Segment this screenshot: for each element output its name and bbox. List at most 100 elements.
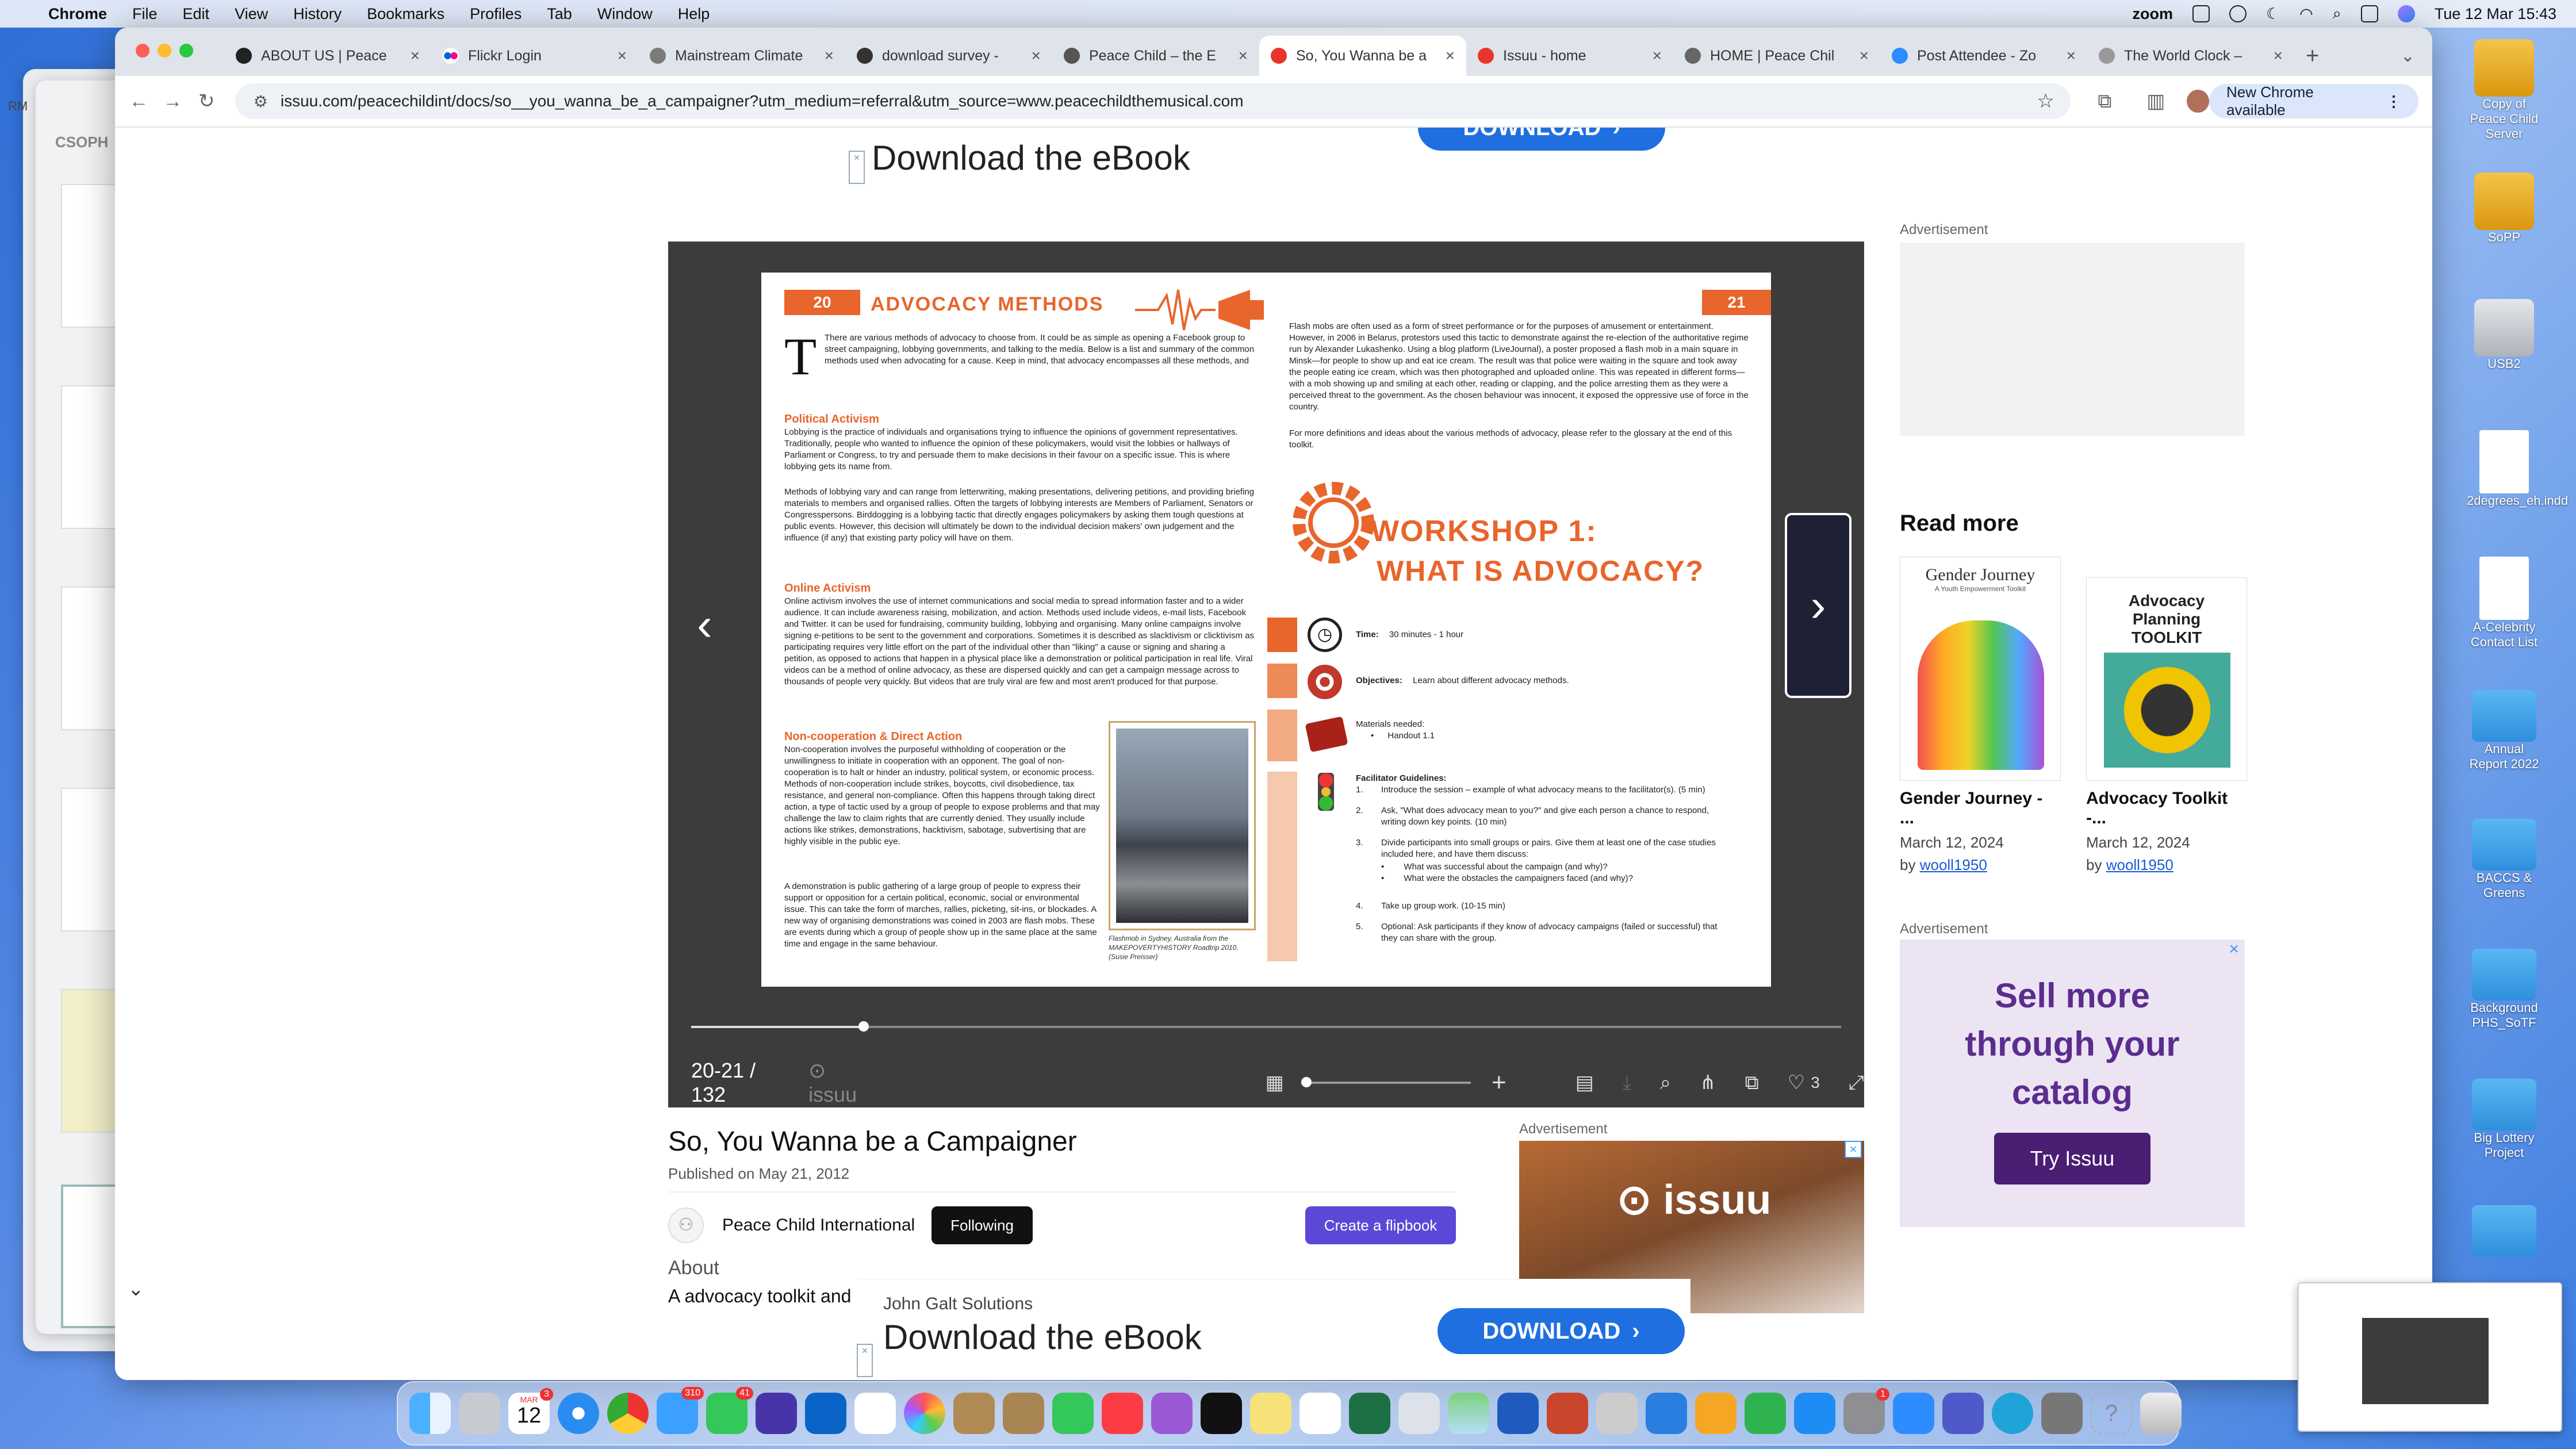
page-progress-handle[interactable]	[858, 1021, 869, 1032]
share-icon[interactable]: ⋔	[1700, 1071, 1716, 1094]
menu-tab[interactable]: Tab	[547, 5, 572, 23]
zoom-in-icon[interactable]: +	[1492, 1068, 1506, 1097]
new-tab-button[interactable]: +	[2294, 36, 2330, 76]
close-tab-icon[interactable]: ×	[2274, 47, 2283, 65]
heart-icon[interactable]: ♡	[1788, 1071, 1805, 1094]
sell-more-ad[interactable]: Sell more through your catalog Try Issuu…	[1900, 940, 2245, 1227]
podcast-capture-icon[interactable]	[756, 1393, 797, 1434]
read-more-card[interactable]: Gender Journey A Youth Empowerment Toolk…	[1900, 557, 2061, 874]
tab-about-us[interactable]: ABOUT US | Peace ×	[224, 36, 431, 76]
url-text[interactable]: issuu.com/peacechildint/docs/so__you_wan…	[281, 92, 1244, 110]
screenshot-app-icon[interactable]	[2041, 1393, 2083, 1434]
focus-moon-icon[interactable]: ☾	[2266, 5, 2280, 23]
k-app-icon[interactable]	[1992, 1393, 2033, 1434]
tab-home-peace-child[interactable]: HOME | Peace Chil ×	[1673, 36, 1880, 76]
sidebar-ad-placeholder[interactable]	[1900, 243, 2245, 436]
grid-view-icon[interactable]: ▦	[1266, 1071, 1284, 1094]
zoom-status[interactable]: zoom	[2132, 5, 2173, 23]
zoom-window-button[interactable]	[179, 44, 193, 57]
menu-app-name[interactable]: Chrome	[48, 5, 107, 23]
close-window-button[interactable]	[136, 44, 150, 57]
reload-icon[interactable]: ↻	[190, 90, 224, 113]
extensions-icon[interactable]: ⧉	[2088, 90, 2122, 113]
tab-issuu-home[interactable]: Issuu - home ×	[1466, 36, 1673, 76]
address-bar[interactable]: ⚙ issuu.com/peacechildint/docs/so__you_w…	[235, 83, 2071, 119]
read-more-title[interactable]: Advocacy Toolkit -...	[2086, 789, 2247, 828]
contacts-icon[interactable]	[953, 1393, 995, 1434]
author-link[interactable]: wooll1950	[1920, 856, 1987, 873]
following-button[interactable]: Following	[931, 1206, 1033, 1244]
bottom-ad-banner[interactable]: John Galt Solutions Download the eBook D…	[857, 1279, 1690, 1380]
chrome-icon[interactable]	[607, 1393, 649, 1434]
create-flipbook-button[interactable]: Create a flipbook	[1305, 1206, 1456, 1244]
side-panel-icon[interactable]: ▥	[2139, 90, 2173, 113]
tab-world-clock[interactable]: The World Clock – ×	[2087, 36, 2294, 76]
close-tab-icon[interactable]: ×	[1446, 47, 1455, 65]
ad-choices-icon[interactable]: ×	[857, 1344, 873, 1377]
podcasts-icon[interactable]	[1151, 1393, 1193, 1434]
tab-download-survey[interactable]: download survey - ×	[845, 36, 1052, 76]
teams-icon[interactable]	[1942, 1393, 1984, 1434]
search-icon[interactable]: ⌕	[1660, 1072, 1671, 1094]
mail-icon[interactable]: 310	[657, 1387, 704, 1434]
word-icon[interactable]	[1497, 1393, 1539, 1434]
fullscreen-icon[interactable]: ⤢	[1849, 1072, 1864, 1094]
read-more-title[interactable]: Gender Journey - ...	[1900, 789, 2061, 828]
powerpoint-icon[interactable]	[1547, 1393, 1588, 1434]
tab-mainstream-climate[interactable]: Mainstream Climate ×	[638, 36, 845, 76]
siri-icon[interactable]	[2397, 5, 2415, 22]
system-settings-icon[interactable]: 1	[1843, 1388, 1889, 1434]
bookmark-star-icon[interactable]: ☆	[2037, 90, 2054, 113]
top-ad-download-button[interactable]: DOWNLOAD ›	[1418, 128, 1665, 151]
news-icon[interactable]	[1300, 1393, 1341, 1434]
messages-icon[interactable]: 41	[706, 1387, 753, 1434]
try-issuu-button[interactable]: Try Issuu	[1994, 1133, 2150, 1184]
page-spread[interactable]: 20 ADVOCACY METHODS T There are various …	[761, 273, 1771, 987]
photos-icon[interactable]	[904, 1393, 945, 1434]
zoom-slider[interactable]	[1301, 1077, 1471, 1087]
zoom-app-icon[interactable]	[1893, 1393, 1934, 1434]
help-icon[interactable]: ?	[2091, 1393, 2132, 1434]
author-link[interactable]: wooll1950	[2106, 856, 2174, 873]
next-page-button[interactable]: ›	[1785, 513, 1851, 698]
tab-search-icon[interactable]: ⌄	[2401, 36, 2415, 76]
site-info-icon[interactable]: ⚙	[254, 92, 268, 111]
close-tab-icon[interactable]: ×	[1032, 47, 1041, 65]
search-icon[interactable]: ⌕	[2333, 5, 2341, 23]
control-center-icon[interactable]	[2360, 5, 2378, 22]
prev-page-button[interactable]: ‹	[697, 598, 712, 651]
music-icon[interactable]	[1102, 1393, 1143, 1434]
close-tab-icon[interactable]: ×	[1860, 47, 1869, 65]
ad-choices-icon[interactable]: ×	[849, 151, 865, 184]
presentation-app-icon[interactable]	[1596, 1393, 1638, 1434]
play-icon[interactable]	[2229, 5, 2247, 22]
tab-peace-child[interactable]: Peace Child – the E ×	[1052, 36, 1259, 76]
desktop-folder[interactable]: Background PHS_SoTF	[2467, 949, 2542, 1030]
menu-edit[interactable]: Edit	[183, 5, 210, 23]
menu-bookmarks[interactable]: Bookmarks	[367, 5, 444, 23]
zoom-handle[interactable]	[1301, 1077, 1312, 1087]
collapse-chevron-icon[interactable]: ⌄	[128, 1278, 144, 1301]
gender-journey-cover[interactable]: Gender Journey A Youth Empowerment Toolk…	[1900, 557, 2061, 781]
desktop-folder[interactable]: Annual Report 2022	[2467, 690, 2542, 772]
profile-avatar[interactable]	[2186, 90, 2210, 113]
flipbook-reader[interactable]: ‹ › 20 ADVOCACY METHODS T There are vari…	[668, 241, 1864, 1107]
top-ad-banner[interactable]: Download the eBook DOWNLOAD › ×	[849, 128, 1677, 220]
reading-mode-icon[interactable]: ▤	[1575, 1071, 1594, 1094]
menu-profiles[interactable]: Profiles	[470, 5, 522, 23]
ad-close-icon[interactable]: ×	[2229, 940, 2239, 959]
page-progress-track[interactable]	[691, 1021, 1841, 1032]
desktop-drive[interactable]: Copy of Peace Child Server	[2467, 39, 2542, 141]
advocacy-toolkit-cover[interactable]: Advocacy Planning TOOLKIT	[2086, 577, 2247, 781]
menu-view[interactable]: View	[235, 5, 268, 23]
trash-icon[interactable]	[2140, 1393, 2182, 1434]
safari-icon[interactable]	[558, 1393, 599, 1434]
menu-help[interactable]: Help	[678, 5, 710, 23]
wifi-icon[interactable]: ◠	[2299, 5, 2313, 23]
back-icon[interactable]: ←	[122, 90, 156, 113]
excel-icon[interactable]	[1349, 1393, 1390, 1434]
finder-icon[interactable]	[409, 1393, 451, 1434]
app-store-icon[interactable]	[1794, 1393, 1835, 1434]
screen-share-icon[interactable]	[2192, 5, 2210, 22]
tab-post-attendee[interactable]: Post Attendee - Zo ×	[1880, 36, 2087, 76]
